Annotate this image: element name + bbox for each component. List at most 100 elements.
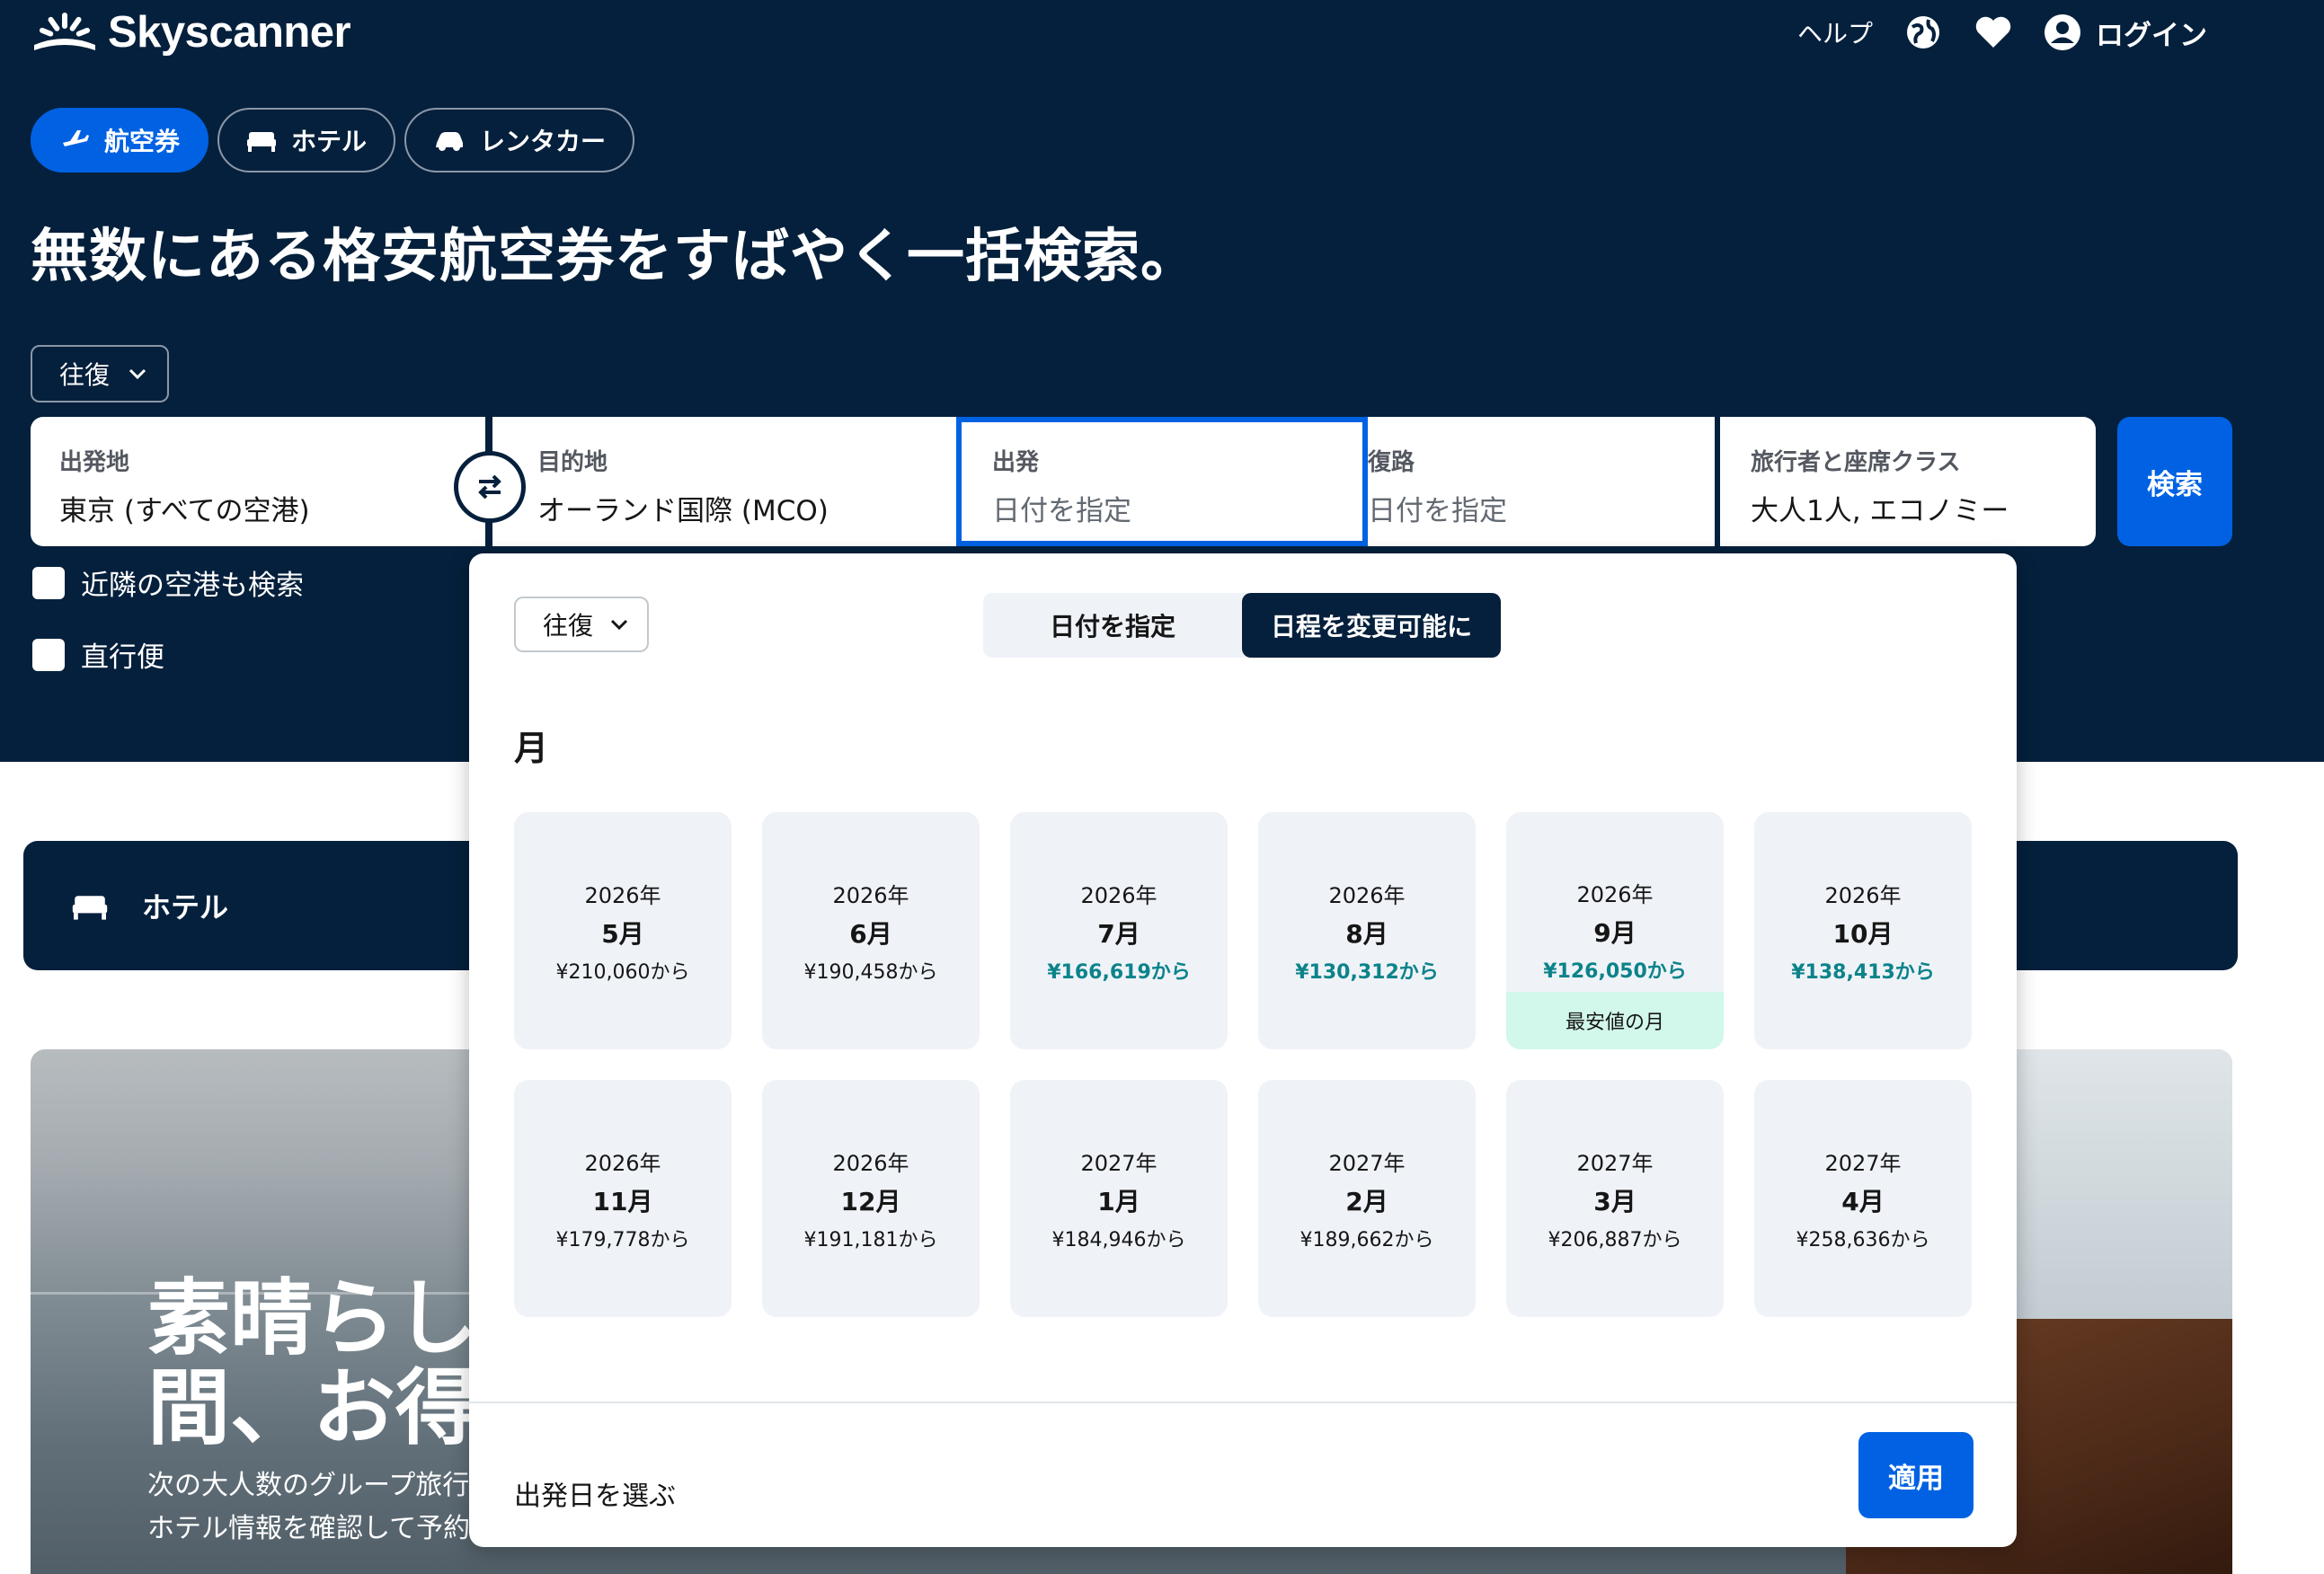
search-button[interactable]: 検索 bbox=[2117, 417, 2232, 546]
datepicker-trip-type-select[interactable]: 往復 bbox=[514, 597, 649, 652]
month-card-price: ¥258,636から bbox=[1796, 1228, 1930, 1251]
month-card[interactable]: 2027年 2月 ¥189,662から bbox=[1258, 1080, 1476, 1317]
promo-subtitle: 次の大人数のグループ旅行 ホテル情報を確認して予約 bbox=[147, 1470, 471, 1544]
chevron-down-icon bbox=[610, 619, 628, 631]
month-card-year: 2026年 bbox=[1080, 882, 1158, 908]
tab-hotels[interactable]: ホテル bbox=[217, 108, 396, 172]
login-label: ログイン bbox=[2096, 19, 2208, 52]
month-card-year: 2026年 bbox=[584, 1150, 661, 1176]
help-link[interactable]: ヘルプ bbox=[1797, 14, 1873, 50]
month-card[interactable]: 2026年 11月 ¥179,778から bbox=[514, 1080, 732, 1317]
month-card-month: 7月 bbox=[1097, 918, 1140, 949]
bed-icon bbox=[72, 896, 108, 920]
depart-placeholder: 日付を指定 bbox=[992, 495, 1131, 527]
swap-button[interactable] bbox=[454, 451, 526, 523]
date-picker-popover: 往復 日付を指定 日程を変更可能に 月 2026年 5月 ¥210,060から … bbox=[469, 553, 2017, 1547]
footer-divider bbox=[469, 1402, 2017, 1403]
checkbox-box[interactable] bbox=[32, 566, 65, 599]
origin-field[interactable]: 出発地 東京 (すべての空港) bbox=[31, 417, 485, 546]
month-card-price: ¥210,060から bbox=[555, 960, 690, 984]
month-card[interactable]: 2026年 12月 ¥191,181から bbox=[762, 1080, 980, 1317]
plane-icon bbox=[63, 130, 89, 146]
month-card-price: ¥191,181から bbox=[803, 1228, 938, 1251]
skyscanner-logo[interactable]: Skyscanner bbox=[31, 7, 351, 57]
swap-arrows-icon bbox=[478, 474, 501, 500]
origin-label: 出発地 bbox=[59, 449, 130, 476]
month-card[interactable]: 2026年 7月 ¥166,619から bbox=[1010, 812, 1228, 1049]
logo-text: Skyscanner bbox=[108, 8, 351, 57]
month-card-price: ¥138,413から bbox=[1791, 960, 1935, 984]
globe-icon[interactable] bbox=[1903, 13, 1943, 52]
travellers-field[interactable]: 旅行者と座席クラス 大人1人, エコノミー bbox=[1722, 417, 2096, 546]
bed-icon bbox=[247, 132, 277, 152]
tab-hotels-label: ホテル bbox=[291, 127, 368, 156]
month-card-year: 2026年 bbox=[832, 1150, 909, 1176]
month-card[interactable]: 2027年 4月 ¥258,636から bbox=[1754, 1080, 1972, 1317]
month-card[interactable]: 2026年 5月 ¥210,060から bbox=[514, 812, 732, 1049]
month-card-month: 8月 bbox=[1345, 918, 1388, 949]
field-divider bbox=[1715, 417, 1720, 546]
month-card-year: 2027年 bbox=[1576, 1150, 1654, 1176]
page-headline: 無数にある格安航空券をすばやく一括検索。 bbox=[31, 224, 1199, 290]
month-card-price: ¥166,619から bbox=[1047, 960, 1191, 984]
depart-field[interactable]: 出発 日付を指定 bbox=[956, 417, 1368, 546]
month-card[interactable]: 2027年 1月 ¥184,946から bbox=[1010, 1080, 1228, 1317]
month-card-year: 2026年 bbox=[1328, 882, 1406, 908]
trip-type-value: 往復 bbox=[59, 360, 111, 390]
return-field[interactable]: 復路 日付を指定 bbox=[1339, 417, 1738, 546]
month-card-month: 10月 bbox=[1832, 918, 1894, 949]
month-card-cheapest[interactable]: 2026年 9月 ¥126,050から 最安値の月 bbox=[1506, 812, 1724, 1049]
month-grid: 2026年 5月 ¥210,060から 2026年 6月 ¥190,458から … bbox=[514, 812, 1974, 1317]
tab-car-hire-label: レンタカー bbox=[480, 127, 607, 156]
travellers-value: 大人1人, エコノミー bbox=[1751, 495, 2009, 527]
month-card-year: 2026年 bbox=[1824, 882, 1902, 908]
car-icon bbox=[436, 132, 464, 151]
month-card-price: ¥190,458から bbox=[803, 960, 938, 984]
nearby-airports-checkbox[interactable]: 近隣の空港も検索 bbox=[32, 562, 304, 603]
chevron-down-icon bbox=[129, 368, 146, 380]
month-card-price: ¥189,662から bbox=[1299, 1228, 1434, 1251]
month-card-year: 2026年 bbox=[584, 882, 661, 908]
month-card-price: ¥126,050から bbox=[1543, 960, 1687, 983]
month-card-price: ¥184,946から bbox=[1051, 1228, 1186, 1251]
trip-type-select[interactable]: 往復 bbox=[31, 345, 169, 402]
checkbox-box[interactable] bbox=[32, 638, 65, 671]
month-card-month: 9月 bbox=[1593, 918, 1637, 948]
month-card-month: 11月 bbox=[592, 1186, 653, 1216]
travellers-label: 旅行者と座席クラス bbox=[1751, 449, 1961, 476]
direct-flights-checkbox[interactable]: 直行便 bbox=[32, 634, 164, 675]
promo-title: 素晴らし 間、お得 bbox=[147, 1270, 479, 1456]
heart-icon[interactable] bbox=[1974, 13, 2013, 52]
month-card-price: ¥206,887から bbox=[1548, 1228, 1682, 1251]
month-card[interactable]: 2026年 8月 ¥130,312から bbox=[1258, 812, 1476, 1049]
apply-button[interactable]: 適用 bbox=[1858, 1432, 1974, 1518]
month-card[interactable]: 2027年 3月 ¥206,887から bbox=[1506, 1080, 1724, 1317]
sunrise-icon bbox=[34, 13, 95, 50]
month-card-year: 2026年 bbox=[832, 882, 909, 908]
month-card-year: 2027年 bbox=[1080, 1150, 1158, 1176]
month-card[interactable]: 2026年 10月 ¥138,413から bbox=[1754, 812, 1972, 1049]
product-tabs: 航空券 ホテル レンタカー bbox=[31, 108, 643, 172]
tab-specific-dates[interactable]: 日付を指定 bbox=[983, 593, 1242, 658]
destination-label: 目的地 bbox=[537, 449, 608, 476]
destination-value: オーランド国際 (MCO) bbox=[537, 495, 829, 527]
login-button[interactable]: ログイン bbox=[2044, 13, 2207, 53]
month-card[interactable]: 2026年 6月 ¥190,458から bbox=[762, 812, 980, 1049]
datepicker-footer-text: 出発日を選ぶ bbox=[514, 1481, 676, 1512]
tab-car-hire[interactable]: レンタカー bbox=[404, 108, 635, 172]
month-card-year: 2027年 bbox=[1328, 1150, 1406, 1176]
datepicker-trip-type-value: 往復 bbox=[543, 611, 594, 641]
month-card-month: 6月 bbox=[849, 918, 892, 949]
month-card-month: 5月 bbox=[601, 918, 644, 949]
month-card-month: 2月 bbox=[1345, 1186, 1388, 1216]
origin-value: 東京 (すべての空港) bbox=[59, 495, 310, 527]
tab-flexible-dates[interactable]: 日程を変更可能に bbox=[1242, 593, 1501, 658]
tab-flights[interactable]: 航空券 bbox=[31, 108, 209, 172]
month-card-year: 2026年 bbox=[1576, 882, 1654, 907]
month-card-month: 1月 bbox=[1097, 1186, 1140, 1216]
month-card-price: ¥130,312から bbox=[1295, 960, 1439, 984]
return-placeholder: 日付を指定 bbox=[1368, 495, 1507, 527]
tab-flights-label: 航空券 bbox=[104, 127, 181, 156]
destination-field[interactable]: 目的地 オーランド国際 (MCO) bbox=[492, 417, 981, 546]
cheapest-month-badge: 最安値の月 bbox=[1506, 992, 1724, 1049]
